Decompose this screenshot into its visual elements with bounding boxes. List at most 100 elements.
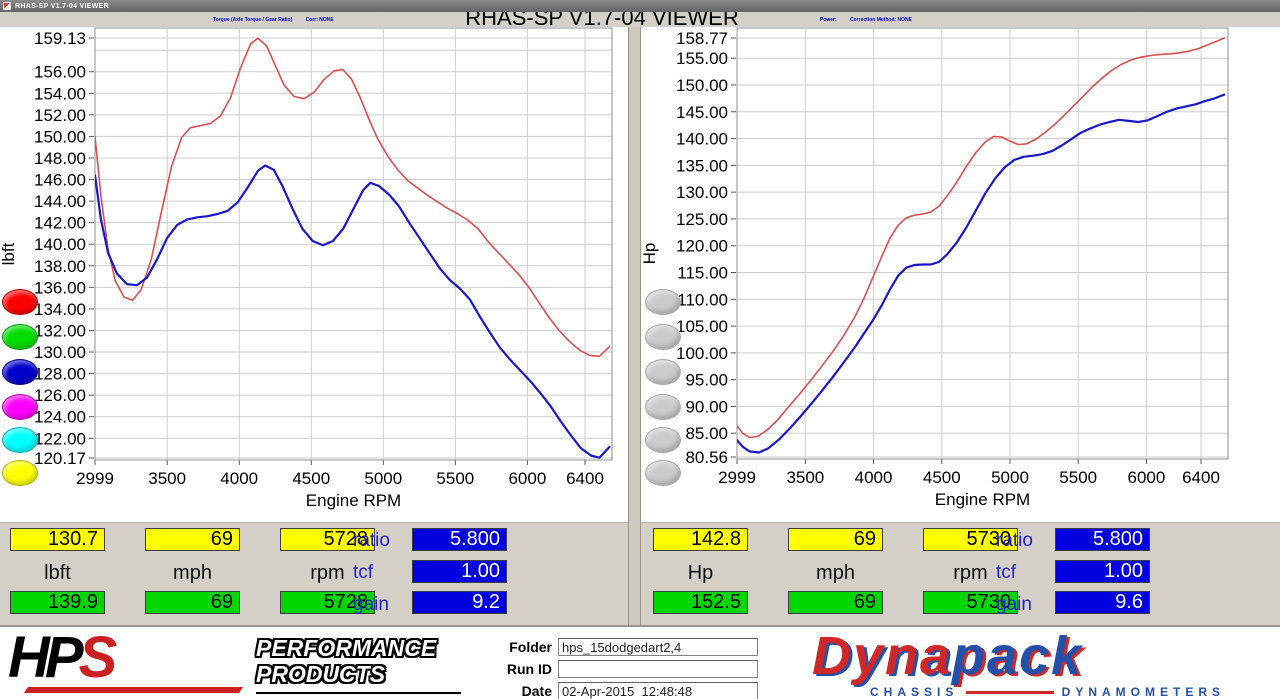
svg-text:5500: 5500 bbox=[1059, 468, 1097, 487]
ratio-value: 5.800 bbox=[412, 528, 507, 551]
run-slot-button-5[interactable] bbox=[645, 427, 681, 453]
speed-cursor-value: 69 bbox=[788, 528, 883, 551]
svg-text:148.00: 148.00 bbox=[34, 149, 86, 168]
svg-text:110.00: 110.00 bbox=[677, 290, 728, 309]
run-id-label: Run ID bbox=[470, 661, 558, 677]
svg-text:2999: 2999 bbox=[718, 468, 756, 487]
svg-text:154.00: 154.00 bbox=[34, 84, 86, 103]
dynapack-divider-line bbox=[966, 691, 1053, 694]
ratio-label: ratio bbox=[996, 530, 1033, 552]
tcf-value: 1.00 bbox=[1055, 560, 1150, 583]
svg-text:126.00: 126.00 bbox=[34, 386, 86, 405]
power-chart-panel: 158.77155.00150.00145.00140.00135.00130.… bbox=[641, 27, 1280, 522]
torque-readout: 130.7 69 5728 lbft mph rpm 139.9 69 5728… bbox=[0, 523, 628, 626]
dynamometers-text: DYNAMOMETERS bbox=[1062, 685, 1225, 699]
dynapack-logo-text: Dynapack bbox=[812, 626, 1083, 686]
svg-text:5500: 5500 bbox=[436, 469, 474, 488]
torque-unit-label: lbft bbox=[10, 562, 105, 585]
footer-bar: HPS PERFORMANCE PRODUCTS Folder Run ID D… bbox=[0, 625, 1280, 699]
run-color-button-green[interactable] bbox=[2, 324, 38, 350]
svg-text:6400: 6400 bbox=[1182, 468, 1220, 487]
svg-text:136.00: 136.00 bbox=[34, 278, 86, 297]
run-color-button-blue[interactable] bbox=[2, 359, 38, 385]
svg-text:3500: 3500 bbox=[148, 469, 186, 488]
svg-text:120.00: 120.00 bbox=[676, 237, 728, 256]
svg-text:158.77: 158.77 bbox=[676, 29, 728, 48]
svg-text:159.13: 159.13 bbox=[34, 29, 86, 48]
svg-text:4500: 4500 bbox=[292, 469, 330, 488]
power-unit-label: Hp bbox=[653, 562, 748, 585]
folder-input[interactable] bbox=[558, 638, 758, 656]
svg-text:85.00: 85.00 bbox=[685, 424, 728, 443]
power-cursor-value-2: 152.5 bbox=[653, 591, 748, 614]
torque-chart[interactable]: 159.13156.00154.00152.00150.00148.00146.… bbox=[0, 27, 628, 522]
power-header-label: Power: bbox=[820, 17, 837, 23]
run-color-button-red[interactable] bbox=[2, 289, 38, 315]
power-correction-label: Correction Method: NONE bbox=[850, 17, 912, 23]
svg-text:124.00: 124.00 bbox=[34, 408, 86, 427]
svg-text:115.00: 115.00 bbox=[677, 263, 728, 282]
run-color-button-magenta[interactable] bbox=[2, 394, 38, 420]
svg-text:lbft: lbft bbox=[0, 242, 18, 265]
torque-cursor-value-2: 139.9 bbox=[10, 591, 105, 614]
svg-text:6400: 6400 bbox=[566, 469, 604, 488]
hps-logo-text: HPS bbox=[8, 625, 112, 690]
speed-unit-label: mph bbox=[788, 562, 883, 585]
run-slot-button-1[interactable] bbox=[645, 289, 681, 315]
speed-cursor-value-2: 69 bbox=[145, 591, 240, 614]
svg-text:125.00: 125.00 bbox=[676, 210, 728, 229]
torque-chart-svg: 159.13156.00154.00152.00150.00148.00146.… bbox=[0, 27, 628, 522]
run-slot-button-4[interactable] bbox=[645, 394, 681, 420]
svg-text:5000: 5000 bbox=[991, 468, 1029, 487]
svg-text:3500: 3500 bbox=[786, 468, 824, 487]
svg-text:Hp: Hp bbox=[641, 243, 659, 265]
run-id-row: Run ID bbox=[470, 659, 758, 679]
svg-text:138.00: 138.00 bbox=[34, 257, 86, 276]
date-input[interactable] bbox=[558, 682, 758, 699]
svg-text:140.00: 140.00 bbox=[676, 130, 728, 149]
run-slot-button-2[interactable] bbox=[645, 324, 681, 350]
svg-text:Engine RPM: Engine RPM bbox=[935, 490, 1030, 509]
tcf-label: tcf bbox=[353, 562, 373, 584]
run-color-button-yellow[interactable] bbox=[2, 460, 38, 486]
dynapack-logo: Dynapack CHASSIS DYNAMOMETERS bbox=[812, 629, 1232, 699]
svg-text:100.00: 100.00 bbox=[676, 344, 728, 363]
svg-text:80.56: 80.56 bbox=[685, 448, 728, 467]
run-color-button-cyan[interactable] bbox=[2, 427, 38, 453]
svg-text:130.00: 130.00 bbox=[676, 183, 728, 202]
svg-text:122.00: 122.00 bbox=[34, 429, 86, 448]
svg-text:150.00: 150.00 bbox=[34, 127, 86, 146]
speed-cursor-value-2: 69 bbox=[788, 591, 883, 614]
torque-chart-panel: 159.13156.00154.00152.00150.00148.00146.… bbox=[0, 27, 628, 522]
svg-text:134.00: 134.00 bbox=[34, 300, 86, 319]
panel-splitter[interactable] bbox=[628, 27, 641, 625]
chassis-text: CHASSIS bbox=[870, 685, 958, 699]
torque-header-label: Torque (Axle Torque / Gear Ratio) bbox=[213, 17, 292, 23]
date-label: Date bbox=[470, 683, 558, 699]
svg-text:130.00: 130.00 bbox=[34, 343, 86, 362]
ratio-label: ratio bbox=[353, 530, 390, 552]
run-slot-button-3[interactable] bbox=[645, 359, 681, 385]
gain-value: 9.2 bbox=[412, 591, 507, 614]
hps-logo: HPS bbox=[8, 629, 253, 695]
dynapack-tagline: CHASSIS DYNAMOMETERS bbox=[870, 685, 1225, 699]
torque-chart-header: Torque (Axle Torque / Gear Ratio) Corr: … bbox=[213, 17, 334, 23]
run-slot-button-6[interactable] bbox=[645, 460, 681, 486]
power-chart[interactable]: 158.77155.00150.00145.00140.00135.00130.… bbox=[641, 27, 1280, 522]
run-id-input[interactable] bbox=[558, 660, 758, 678]
svg-text:4000: 4000 bbox=[220, 469, 258, 488]
svg-text:144.00: 144.00 bbox=[34, 192, 86, 211]
tcf-label: tcf bbox=[996, 562, 1016, 584]
torque-correction-label: Corr: NONE bbox=[306, 17, 334, 23]
power-cursor-value: 142.8 bbox=[653, 528, 748, 551]
performance-text: PERFORMANCE bbox=[256, 635, 466, 661]
tcf-value: 1.00 bbox=[412, 560, 507, 583]
svg-text:150.00: 150.00 bbox=[676, 76, 728, 95]
svg-text:2999: 2999 bbox=[76, 469, 114, 488]
gain-label: gain bbox=[353, 594, 389, 616]
products-text: PRODUCTS bbox=[256, 661, 466, 687]
title-bar[interactable]: RHAS-SP V1.7-04 VIEWER bbox=[0, 0, 1280, 12]
torque-cursor-value: 130.7 bbox=[10, 528, 105, 551]
power-chart-header: Power: Correction Method: NONE bbox=[820, 17, 912, 23]
svg-text:4500: 4500 bbox=[923, 468, 961, 487]
